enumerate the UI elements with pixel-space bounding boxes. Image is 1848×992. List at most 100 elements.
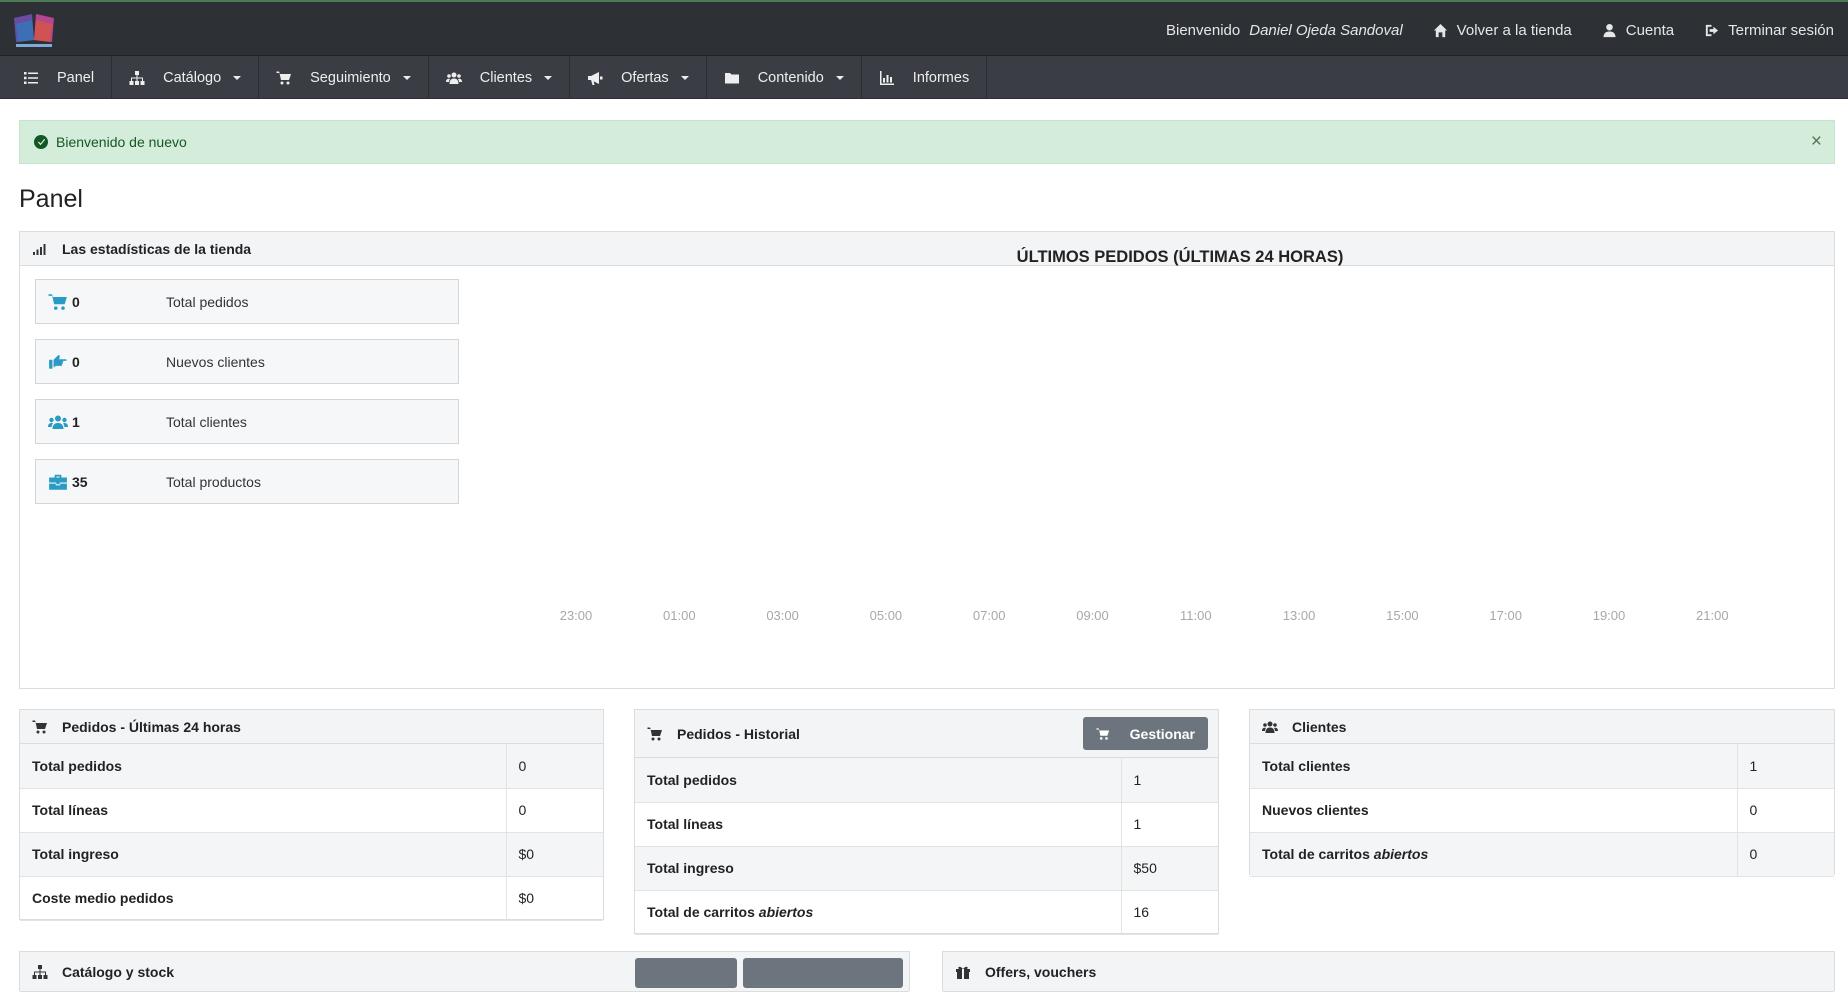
row-value: $50 (1121, 846, 1218, 891)
logout-link[interactable]: Terminar sesión (1704, 22, 1834, 39)
row-value: 0 (506, 788, 603, 833)
manage-button[interactable]: Gestionar (1082, 717, 1208, 750)
row-key: Total de carritos abiertos (635, 890, 1122, 935)
nav-item-catalog[interactable]: Catálogo (112, 56, 260, 99)
row-key: Total pedidos (20, 744, 507, 789)
chart-icon (879, 70, 894, 85)
row-value: 1 (1121, 758, 1218, 803)
x-tick-label: 17:00 (1489, 608, 1522, 623)
back-to-store-link[interactable]: Volver a la tienda (1433, 22, 1572, 39)
row-value: 0 (1737, 788, 1834, 833)
table-row: Total ingreso $50 (635, 846, 1218, 891)
stat-box-total-orders: 0 Total pedidos (35, 279, 459, 324)
sitemap-icon (32, 964, 48, 979)
sign-out-icon (1706, 24, 1719, 36)
row-key: Total líneas (20, 788, 507, 833)
cart-icon (276, 71, 292, 84)
x-tick-label: 19:00 (1592, 608, 1626, 623)
row-key: Total ingreso (20, 832, 507, 877)
signal-icon (33, 243, 46, 255)
top-nav: Bienvenido Daniel Ojeda Sandoval Volver … (1166, 2, 1834, 58)
x-tick-label: 07:00 (972, 608, 1006, 623)
stat-label: Nuevos clientes (166, 353, 265, 370)
account-link[interactable]: Cuenta (1602, 22, 1674, 39)
customers-panel: Clientes Total clientes 1 Nuevos clientes… (1249, 709, 1835, 877)
table-row: Total líneas 1 (635, 802, 1218, 847)
welcome-prefix: Bienvenido (1166, 21, 1241, 39)
panel-title: Pedidos - Historial (677, 725, 800, 742)
panel-title: Offers, vouchers (985, 963, 1097, 980)
nav-item-content[interactable]: Contenido (707, 56, 862, 99)
user-icon (1603, 23, 1616, 37)
table-row: Total ingreso $0 (20, 832, 603, 877)
panel-header: Offers, vouchers (943, 952, 1834, 992)
orders-history-panel: Pedidos - Historial Gestionar Total pedi… (634, 709, 1219, 935)
catalog-action-button[interactable] (743, 958, 903, 988)
cart-icon (48, 293, 67, 310)
chevron-down-icon (233, 75, 242, 80)
x-tick-label: 05:00 (869, 608, 903, 623)
row-value: $0 (506, 876, 603, 921)
stat-label: Total pedidos (166, 293, 249, 310)
nav-label: Ofertas (621, 69, 669, 86)
stat-value: 1 (72, 413, 80, 430)
cart-icon (647, 727, 662, 740)
book-logo-icon[interactable] (10, 10, 58, 50)
check-circle-icon (34, 135, 48, 149)
nav-label: Informes (912, 69, 970, 86)
nav-item-reports[interactable]: Informes (862, 56, 988, 99)
chart-title: ÚLTIMOS PEDIDOS (ÚLTIMAS 24 HORAS) (1016, 248, 1344, 266)
customers-table: Total clientes 1 Nuevos clientes 0 Total d… (1250, 744, 1834, 877)
chevron-down-icon (544, 75, 553, 80)
close-icon[interactable]: × (1811, 131, 1822, 153)
table-row: Total de carritos abiertos 0 (1250, 832, 1834, 877)
nav-label: Contenido (757, 69, 824, 86)
orders-history-table: Total pedidos 1 Total líneas 1 Total ingre… (635, 758, 1218, 935)
row-key-text: Total de carritos (1262, 846, 1370, 862)
panel-header: Clientes (1250, 710, 1834, 744)
cart-icon (32, 720, 47, 733)
catalog-action-button[interactable] (635, 958, 737, 988)
panel-title: Clientes (1292, 718, 1347, 735)
alert-message: Bienvenido de nuevo (56, 134, 187, 150)
row-key-text: Total de carritos (647, 904, 755, 920)
x-tick-label: 11:00 (1180, 608, 1212, 623)
table-row: Total de carritos abiertos 16 (635, 890, 1218, 935)
nav-item-tracking[interactable]: Seguimiento (259, 56, 429, 99)
orders-24h-table: Total pedidos 0 Total líneas 0 Total ingre… (20, 744, 603, 921)
catalog-stock-panel: Catálogo y stock (19, 951, 910, 992)
nav-item-panel[interactable]: Panel (6, 56, 113, 99)
row-value: 1 (1121, 802, 1218, 847)
folder-icon (724, 72, 739, 83)
table-row: Nuevos clientes 0 (1250, 788, 1834, 833)
briefcase-icon (49, 474, 67, 490)
welcome-text: Bienvenido Daniel Ojeda Sandoval (1166, 22, 1403, 39)
panel-title: Catálogo y stock (62, 963, 175, 980)
stat-value: 35 (72, 473, 88, 490)
x-tick-label: 01:00 (663, 608, 696, 623)
table-row: Total pedidos 1 (635, 758, 1218, 803)
stat-box-new-customers: 0 Nuevos clientes (35, 339, 459, 384)
row-value: 1 (1737, 744, 1834, 789)
panel-title: Las estadísticas de la tienda (62, 240, 252, 257)
panel-header: Pedidos - Últimas 24 horas (20, 710, 603, 744)
nav-label: Clientes (479, 69, 533, 86)
row-key: Nuevos clientes (1250, 788, 1738, 833)
nav-item-offers[interactable]: Ofertas (570, 56, 707, 99)
manage-label: Gestionar (1129, 725, 1195, 742)
row-key-emphasis: abiertos (1373, 846, 1429, 862)
row-key-emphasis: abiertos (758, 904, 814, 920)
success-alert: Bienvenido de nuevo × (19, 120, 1835, 164)
x-tick-label: 15:00 (1386, 608, 1419, 623)
nav-label: Seguimiento (310, 69, 391, 86)
table-row: Total pedidos 0 (20, 744, 603, 789)
stat-box-total-customers: 1 Total clientes (35, 399, 459, 444)
x-tick-label: 09:00 (1076, 608, 1109, 623)
table-row: Total líneas 0 (20, 788, 603, 833)
nav-item-customers[interactable]: Clientes (429, 56, 571, 99)
gift-icon (956, 966, 970, 979)
users-icon (445, 72, 462, 84)
row-value: 0 (506, 744, 603, 789)
table-row: Coste medio pedidos $0 (20, 876, 603, 921)
panel-header: Pedidos - Historial Gestionar (635, 710, 1218, 758)
